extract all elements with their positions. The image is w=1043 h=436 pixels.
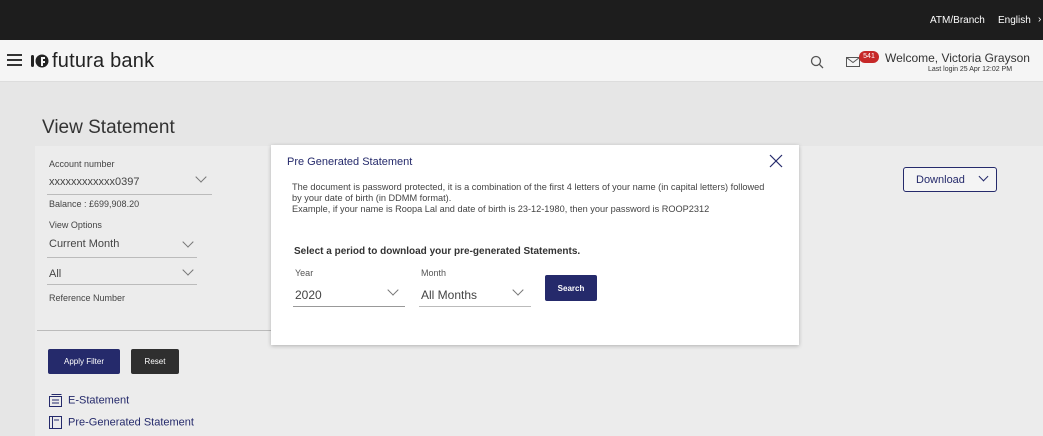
period-instruction: Select a period to download your pre-gen… <box>294 246 581 257</box>
modal-title: Pre Generated Statement <box>287 156 413 168</box>
notification-badge: 541 <box>859 51 879 63</box>
year-select[interactable]: 2020 <box>295 288 322 302</box>
e-statement-label[interactable]: E-Statement <box>68 394 129 406</box>
pre-generated-statement-modal: Pre Generated Statement The document is … <box>271 145 799 345</box>
year-label: Year <box>295 268 314 278</box>
filter-divider <box>37 330 272 331</box>
last-login-text: Last login 25 Apr 12:02 PM <box>928 66 1013 73</box>
document-icon <box>49 394 62 407</box>
month-label: Month <box>421 268 447 278</box>
top-bar: ATM/Branch English › <box>0 0 1043 40</box>
account-select-underline <box>47 194 212 195</box>
year-chevron-down-icon[interactable] <box>387 284 399 296</box>
account-number-label: Account number <box>49 159 115 169</box>
reset-button[interactable]: Reset <box>131 349 179 374</box>
e-statement-link[interactable]: E-Statement <box>49 394 129 407</box>
reference-number-label: Reference Number <box>49 293 126 303</box>
pre-generated-statement-link[interactable]: Pre-Generated Statement <box>49 416 194 429</box>
download-label: Download <box>916 173 965 186</box>
language-selector[interactable]: English <box>998 15 1031 26</box>
type-select-underline <box>47 284 197 285</box>
period-select-underline <box>47 257 197 258</box>
mail-icon[interactable] <box>846 57 860 67</box>
password-rule-text: The document is password protected, it i… <box>292 182 765 203</box>
language-chevron-icon[interactable]: › <box>1038 14 1041 25</box>
menu-icon[interactable] <box>7 54 22 66</box>
search-icon[interactable] <box>810 55 824 69</box>
download-button[interactable]: Download <box>903 167 997 192</box>
search-button[interactable]: Search <box>545 275 597 301</box>
close-icon[interactable] <box>768 153 784 169</box>
account-number-select[interactable]: xxxxxxxxxxxx0397 <box>49 176 139 188</box>
period-select[interactable]: Current Month <box>49 238 119 250</box>
month-select[interactable]: All Months <box>421 288 477 302</box>
welcome-user-menu[interactable]: Welcome, Victoria Grayson <box>885 51 1030 65</box>
month-select-underline <box>419 306 531 307</box>
view-options-label: View Options <box>49 220 102 230</box>
year-select-underline <box>293 306 405 307</box>
type-select[interactable]: All <box>49 268 61 280</box>
apply-filter-button[interactable]: Apply Filter <box>48 349 120 374</box>
balance-text: Balance : £699,908.20 <box>49 199 140 209</box>
month-chevron-down-icon[interactable] <box>512 284 524 296</box>
pre-generated-statement-label[interactable]: Pre-Generated Statement <box>68 416 194 428</box>
page-title: View Statement <box>42 117 175 138</box>
app-header: futura bank 541 Welcome, Victoria Grayso… <box>0 40 1043 82</box>
password-example-text: Example, if your name is Roopa Lal and d… <box>292 204 710 214</box>
document-icon <box>49 416 62 429</box>
futura-logo-icon <box>31 54 49 68</box>
atm-branch-link[interactable]: ATM/Branch <box>930 15 985 26</box>
brand-name: futura bank <box>52 50 155 72</box>
password-info-text: The document is password protected, it i… <box>292 182 772 215</box>
download-chevron-down-icon <box>978 171 989 182</box>
